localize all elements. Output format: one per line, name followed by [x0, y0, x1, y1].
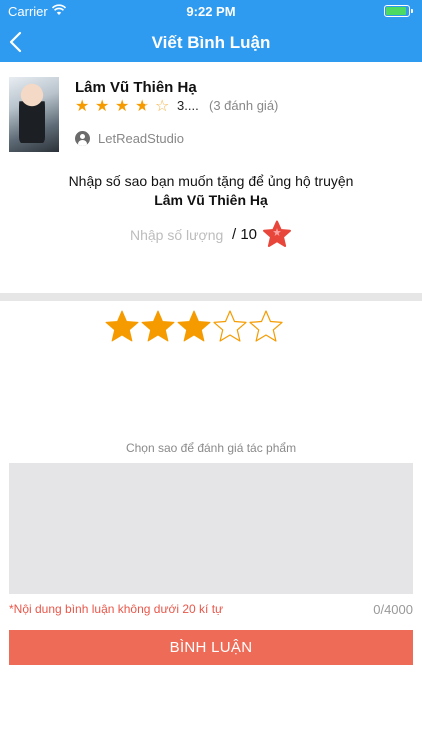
rating-value: 3....	[177, 98, 199, 113]
navbar: Viết Bình Luận	[0, 22, 422, 62]
star-outline-icon: ☆	[155, 98, 170, 115]
star-icon: ★	[115, 98, 130, 115]
rating-hint: Chọn sao để đánh giá tác phẩm	[125, 441, 297, 455]
rating-count: (3 đánh giá)	[209, 98, 279, 113]
submit-review-button[interactable]: BÌNH LUẬN	[9, 630, 413, 665]
user-circle-icon	[75, 131, 90, 146]
gift-book-title: Lâm Vũ Thiên Hạ	[154, 192, 268, 208]
star-filled-icon[interactable]	[176, 309, 212, 343]
book-cover	[9, 77, 59, 152]
star-icon: ★	[75, 98, 90, 115]
review-star-rating	[104, 309, 284, 343]
book-info: Lâm Vũ Thiên Hạ ★ ★ ★ ★ ☆ 3.... (3 đánh …	[9, 77, 419, 157]
gift-quantity-input[interactable]	[130, 225, 230, 245]
header: Carrier 9:22 PM Viết Bình Luận	[0, 0, 422, 62]
clock: 9:22 PM	[186, 4, 236, 19]
char-counter: 0/4000	[373, 602, 413, 617]
star-half-icon: ★	[135, 96, 155, 116]
book-rating-stars: ★ ★ ★ ★ ☆	[75, 97, 175, 115]
author-name[interactable]: LetReadStudio	[98, 131, 184, 146]
gift-star-icon[interactable]	[262, 220, 292, 248]
star-icon: ★	[95, 98, 110, 115]
status-bar: Carrier 9:22 PM	[0, 0, 422, 22]
star-filled-icon[interactable]	[140, 309, 176, 343]
star-outline-icon[interactable]	[248, 309, 284, 343]
star-outline-icon[interactable]	[212, 309, 248, 343]
book-title: Lâm Vũ Thiên Hạ	[75, 79, 197, 96]
star-filled-icon[interactable]	[104, 309, 140, 343]
comment-input[interactable]	[9, 463, 413, 594]
battery-icon	[384, 5, 413, 17]
section-divider	[0, 293, 422, 301]
gift-prompt: Nhập số sao bạn muốn tặng để ủng hộ truy…	[68, 173, 354, 189]
gift-quantity-max: / 10	[232, 226, 258, 243]
page-title: Viết Bình Luận	[151, 33, 271, 52]
comment-rule: *Nội dung bình luận không dưới 20 kí tự	[9, 602, 224, 616]
